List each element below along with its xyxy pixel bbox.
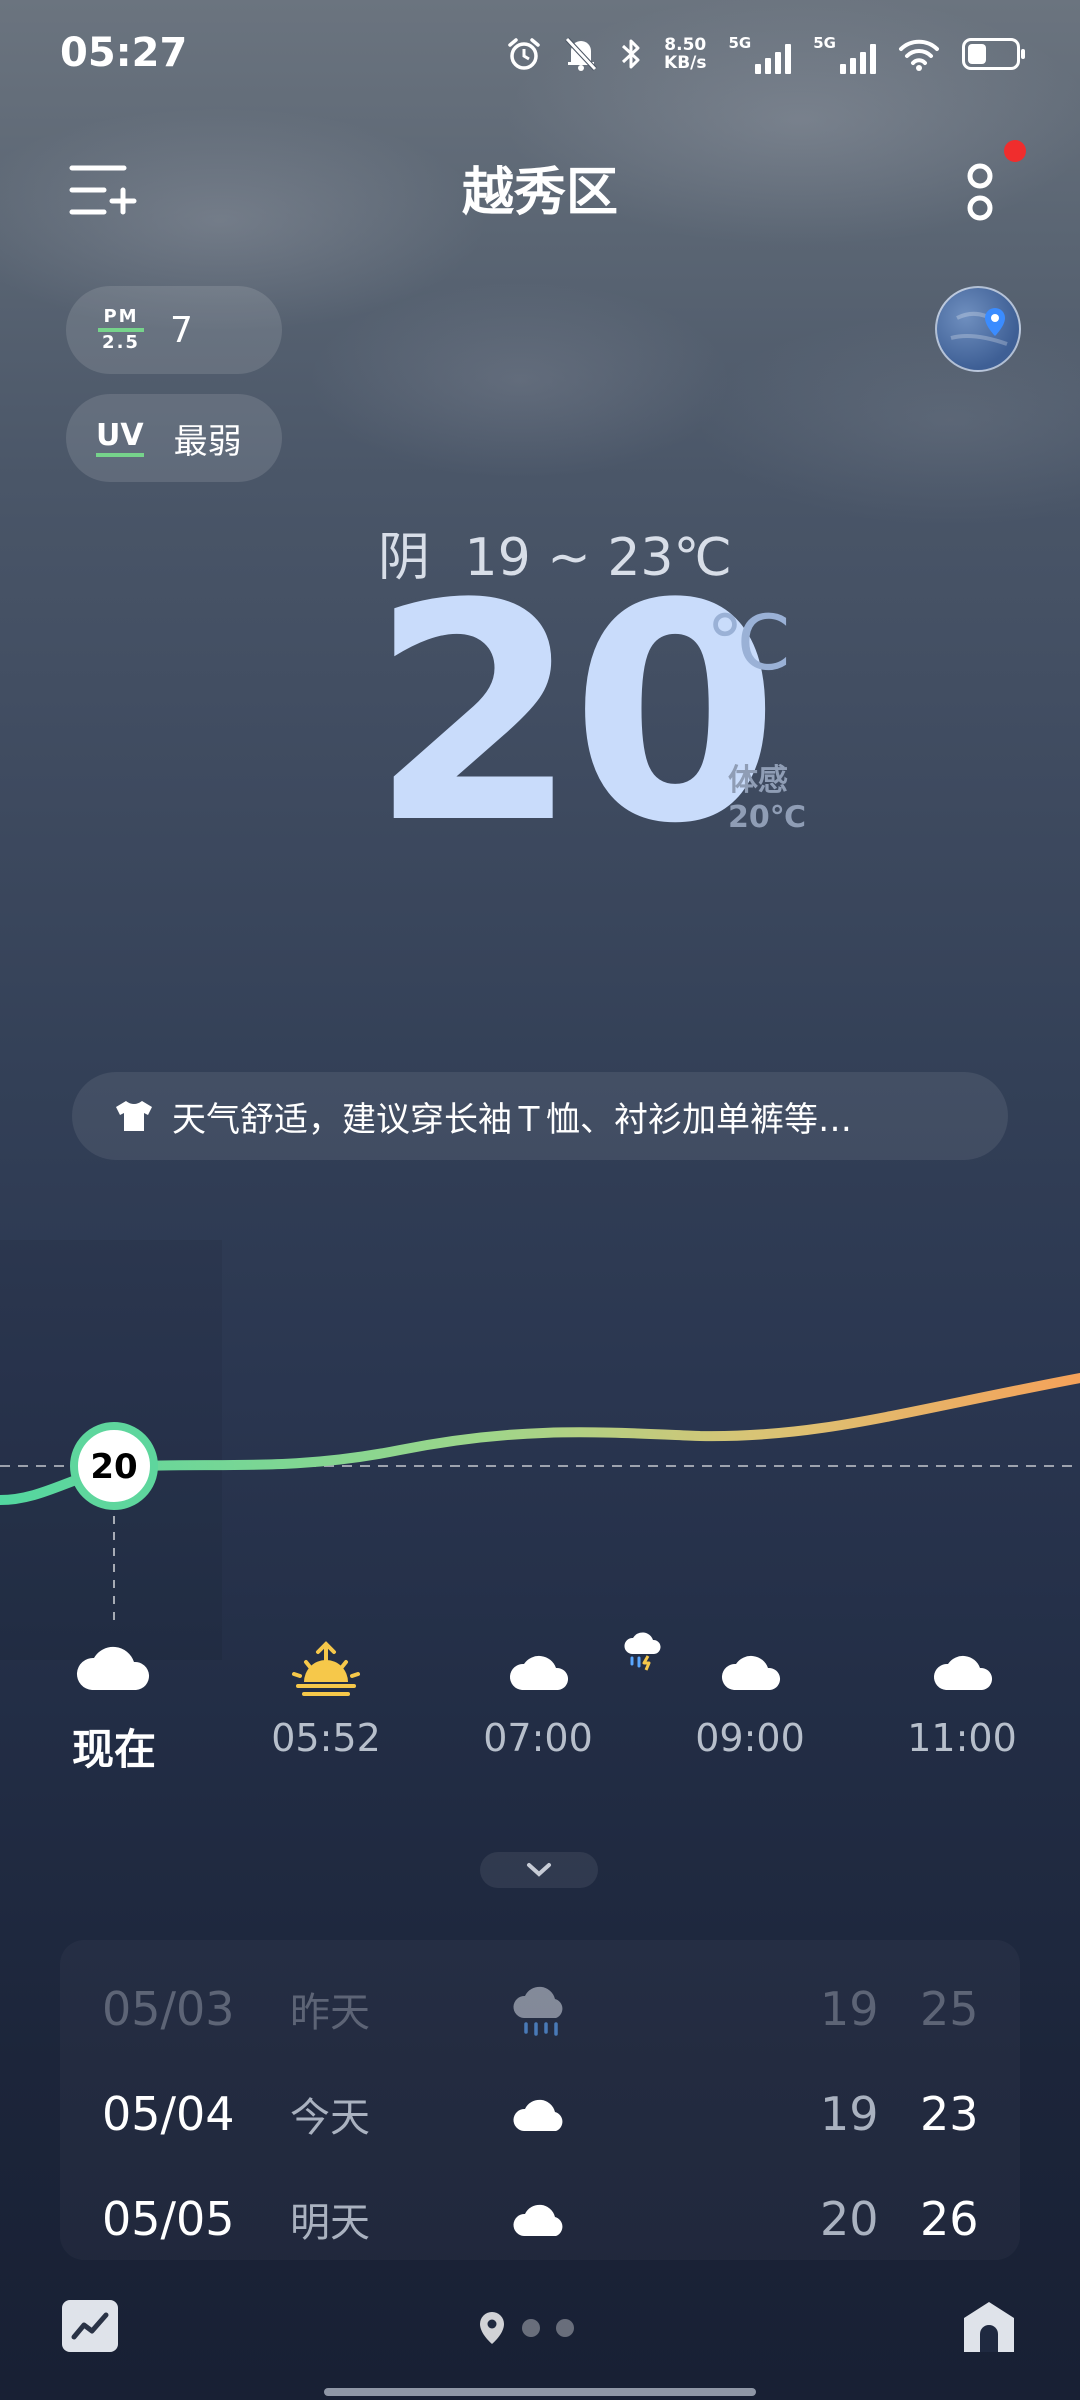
sim2-label: 5G: [813, 34, 836, 52]
daily-date: 05/04: [102, 2087, 235, 2141]
hour-label: 现在: [71, 1725, 156, 1774]
home-icon[interactable]: [960, 2298, 1018, 2356]
feels-like-label: 体感: [728, 763, 788, 798]
page-indicator[interactable]: [478, 2310, 574, 2346]
hour-item-1100[interactable]: 11:00: [892, 1640, 1032, 1760]
pm25-value: 7: [170, 309, 193, 351]
hour-item-0700[interactable]: 07:00: [468, 1640, 608, 1760]
trend-button[interactable]: [62, 2300, 118, 2352]
thunderstorm-icon: [624, 1632, 661, 1671]
signal-icon: [755, 44, 792, 74]
rain-cloud-icon: [513, 1986, 563, 2036]
uv-value: 最弱: [173, 421, 242, 462]
cloud-icon: [933, 1655, 993, 1690]
signal-sim1: 5G: [729, 34, 792, 74]
cloud-icon: [509, 1655, 569, 1690]
hour-item-0900[interactable]: 09:00: [680, 1640, 820, 1760]
pm25-pill[interactable]: PM 2.5 7: [66, 286, 282, 374]
cloud-icon: [513, 2099, 563, 2131]
gesture-home-bar[interactable]: [324, 2388, 756, 2396]
city-title[interactable]: 越秀区: [0, 150, 1080, 225]
uv-icon: UV: [96, 419, 144, 457]
battery-icon: [962, 38, 1025, 70]
daily-date: 05/05: [102, 2192, 235, 2246]
status-icons: 8.50 KB/s 5G 5G: [506, 34, 1025, 74]
wifi-icon: [899, 39, 939, 71]
page-dot[interactable]: [556, 2319, 574, 2337]
network-speed: 8.50 KB/s: [664, 36, 706, 72]
hour-label: 07:00: [483, 1716, 593, 1760]
location-pin-icon: [480, 2312, 504, 2344]
mute-bell-icon: [565, 37, 597, 71]
tshirt-icon: [116, 1101, 152, 1131]
cloud-icon: [721, 1655, 781, 1690]
expand-hourly-button[interactable]: [480, 1852, 598, 1888]
daily-row-tomorrow[interactable]: 05/05 明天 20 26: [60, 2174, 1020, 2264]
uv-pill[interactable]: UV 最弱: [66, 394, 282, 482]
trend-chart-icon: [71, 2312, 109, 2340]
hour-label: 11:00: [907, 1716, 1017, 1760]
daily-high: 26: [920, 2192, 979, 2246]
hour-label: 05:52: [271, 1716, 381, 1760]
network-speed-unit: KB/s: [664, 53, 707, 73]
hour-item-sunrise[interactable]: 05:52: [256, 1640, 396, 1760]
sim1-label: 5G: [728, 34, 752, 52]
hourly-temperature-chart: 20: [0, 1240, 1080, 1660]
advice-text: 天气舒适，建议穿长袖Ｔ恤、衬衫加单裤等…: [172, 1099, 852, 1140]
clothing-advice[interactable]: 天气舒适，建议穿长袖Ｔ恤、衬衫加单裤等…: [72, 1072, 1008, 1160]
alarm-icon: [508, 38, 540, 70]
bluetooth-icon: [622, 39, 640, 69]
cloud-icon: [76, 1646, 150, 1690]
feels-like-value: 20℃: [728, 800, 807, 835]
hour-item-now[interactable]: 现在: [44, 1640, 184, 1777]
page-dot[interactable]: [522, 2319, 540, 2337]
pm-label: PM: [103, 306, 139, 327]
daily-name: 今天: [290, 2095, 370, 2141]
daily-name: 明天: [290, 2200, 370, 2246]
daily-low: 19: [820, 2087, 879, 2141]
hour-label: 09:00: [695, 1716, 805, 1760]
cloud-icon: [513, 2204, 563, 2236]
daily-high: 23: [920, 2087, 979, 2141]
daily-low: 19: [820, 1982, 879, 2036]
signal-sim2: 5G: [813, 34, 876, 74]
daily-name: 昨天: [290, 1990, 370, 2036]
temperature-unit: ℃: [706, 598, 792, 687]
daily-date: 05/03: [102, 1982, 235, 2036]
daily-row-today[interactable]: 05/04 今天 19 23: [60, 2069, 1020, 2159]
now-temperature-label: 20: [90, 1447, 137, 1487]
signal-icon: [840, 44, 876, 74]
more-vertical-icon[interactable]: [955, 158, 1005, 228]
location-pin-icon: [950, 308, 1008, 346]
chevron-down-icon: [527, 1863, 551, 1877]
status-time: 05:27: [60, 30, 188, 76]
pm25-icon: PM 2.5: [98, 307, 144, 353]
network-speed-value: 8.50: [664, 35, 707, 55]
daily-low: 20: [820, 2192, 879, 2246]
location-globe-button[interactable]: [935, 286, 1021, 372]
daily-high: 25: [920, 1982, 979, 2036]
sunrise-icon: [292, 1641, 360, 1696]
daily-row-yesterday[interactable]: 05/03 昨天 19 25: [60, 1964, 1020, 2054]
pm-sublabel: 2.5: [102, 332, 140, 353]
notification-dot: [1004, 140, 1026, 162]
